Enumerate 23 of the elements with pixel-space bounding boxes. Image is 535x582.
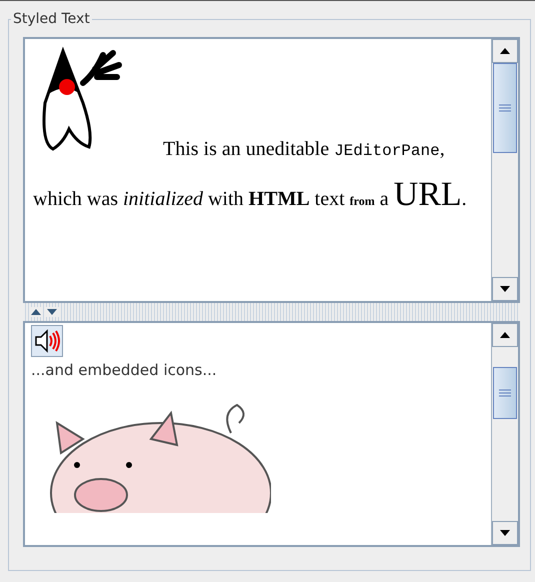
down-arrow-icon xyxy=(500,530,510,536)
scroll-up-button[interactable] xyxy=(492,323,518,347)
speaker-icon xyxy=(34,328,60,354)
grip-icon xyxy=(499,389,511,397)
html-paragraph: This is an uneditable JEditorPane, which was initialized with HTML text from a URL. xyxy=(33,43,483,223)
expand-down-button[interactable] xyxy=(45,307,59,317)
up-arrow-icon xyxy=(31,309,41,315)
expand-up-button[interactable] xyxy=(29,307,43,317)
scroll-thumb[interactable] xyxy=(493,63,517,153)
up-arrow-icon xyxy=(500,332,510,338)
scroll-down-button[interactable] xyxy=(492,521,518,545)
grip-icon xyxy=(499,104,511,112)
scrollbar[interactable] xyxy=(491,323,518,545)
down-arrow-icon xyxy=(47,309,57,315)
scroll-down-button[interactable] xyxy=(492,277,518,301)
scroll-up-button[interactable] xyxy=(492,39,518,63)
up-arrow-icon xyxy=(500,48,510,54)
caption-text: ...and embedded icons... xyxy=(31,361,218,379)
speaker-button[interactable] xyxy=(31,325,63,357)
scroll-thumb[interactable] xyxy=(493,367,517,419)
down-arrow-icon xyxy=(500,286,510,292)
panel-title: Styled Text xyxy=(12,11,91,27)
scrollbar[interactable] xyxy=(491,39,518,301)
